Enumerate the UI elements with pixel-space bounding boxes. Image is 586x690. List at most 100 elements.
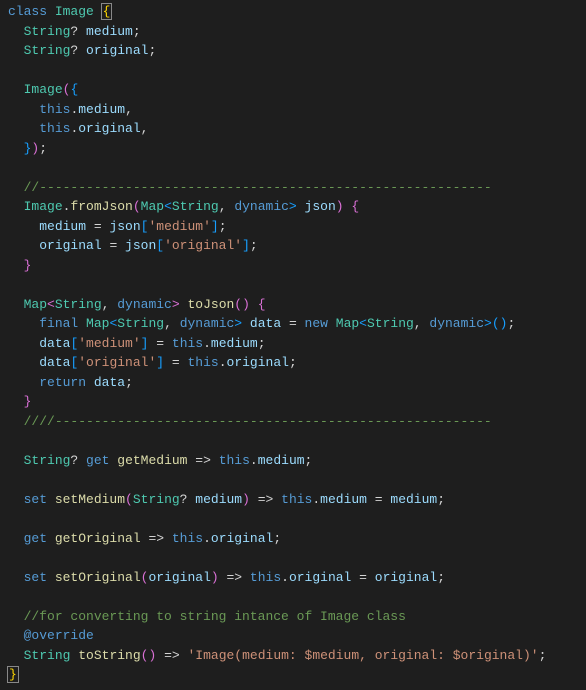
brace: } bbox=[24, 394, 32, 409]
blank-line bbox=[8, 472, 16, 487]
var: medium bbox=[39, 219, 86, 234]
punc: = bbox=[164, 355, 187, 370]
var: data bbox=[94, 375, 125, 390]
var: json bbox=[109, 219, 140, 234]
punc: = bbox=[367, 492, 390, 507]
var: original bbox=[227, 355, 289, 370]
blank-line bbox=[8, 160, 16, 175]
paren: ) bbox=[211, 570, 219, 585]
var: original bbox=[78, 121, 140, 136]
line: class Image { bbox=[8, 4, 111, 19]
var: data bbox=[39, 336, 70, 351]
line: medium = json['medium']; bbox=[8, 219, 227, 234]
string: 'original' bbox=[164, 238, 242, 253]
punc: ; bbox=[539, 648, 547, 663]
punc: < bbox=[47, 297, 55, 312]
type: Image bbox=[24, 199, 63, 214]
line: data['medium'] = this.medium; bbox=[8, 336, 266, 351]
line: return data; bbox=[8, 375, 133, 390]
punc: ; bbox=[133, 24, 141, 39]
keyword: this bbox=[250, 570, 281, 585]
blank-line bbox=[8, 277, 16, 292]
string: 'medium' bbox=[148, 219, 210, 234]
punc: > bbox=[484, 316, 492, 331]
punc: < bbox=[359, 316, 367, 331]
punc: , bbox=[125, 102, 133, 117]
punc: = bbox=[281, 316, 304, 331]
keyword: this bbox=[187, 355, 218, 370]
var: medium bbox=[78, 102, 125, 117]
punc: ; bbox=[258, 336, 266, 351]
line: } bbox=[8, 667, 18, 682]
paren: ( bbox=[234, 297, 242, 312]
var: medium bbox=[390, 492, 437, 507]
var: medium bbox=[258, 453, 305, 468]
punc: > bbox=[234, 316, 242, 331]
var: data bbox=[250, 316, 281, 331]
var: original bbox=[375, 570, 437, 585]
type: String bbox=[117, 316, 164, 331]
line: this.original, bbox=[8, 121, 148, 136]
string: 'original' bbox=[78, 355, 156, 370]
line: //--------------------------------------… bbox=[8, 180, 492, 195]
punc: ; bbox=[507, 316, 515, 331]
line: } bbox=[8, 258, 31, 273]
line: Image.fromJson(Map<String, dynamic> json… bbox=[8, 199, 359, 214]
comment: //for converting to string intance of Im… bbox=[24, 609, 406, 624]
punc: , bbox=[141, 121, 149, 136]
var: medium bbox=[195, 492, 242, 507]
punc: = bbox=[351, 570, 374, 585]
line: String toString() => 'Image(medium: $med… bbox=[8, 648, 546, 663]
punc: => bbox=[219, 570, 250, 585]
blank-line bbox=[8, 589, 16, 604]
line: } bbox=[8, 394, 31, 409]
punc: ; bbox=[250, 238, 258, 253]
brace: { bbox=[101, 3, 113, 20]
punc: ? bbox=[70, 453, 78, 468]
type: Map bbox=[24, 297, 47, 312]
class-name: Image bbox=[55, 4, 94, 19]
punc: ; bbox=[437, 492, 445, 507]
punc: = bbox=[86, 219, 109, 234]
var: medium bbox=[86, 24, 133, 39]
fn: toJson bbox=[187, 297, 234, 312]
paren: ( bbox=[133, 199, 141, 214]
type: Map bbox=[86, 316, 109, 331]
type: String bbox=[133, 492, 180, 507]
bracket: ] bbox=[211, 219, 219, 234]
line: this.medium, bbox=[8, 102, 133, 117]
punc: = bbox=[102, 238, 125, 253]
line: set setOriginal(original) => this.origin… bbox=[8, 570, 445, 585]
punc: . bbox=[219, 355, 227, 370]
fn: toString bbox=[78, 648, 140, 663]
brace: { bbox=[351, 199, 359, 214]
punc: ? bbox=[70, 24, 78, 39]
punc: => bbox=[187, 453, 218, 468]
punc: ; bbox=[437, 570, 445, 585]
code-editor[interactable]: class Image { String? medium; String? or… bbox=[8, 2, 586, 685]
punc: ; bbox=[219, 219, 227, 234]
type: Map bbox=[141, 199, 164, 214]
var: original bbox=[211, 531, 273, 546]
punc: , bbox=[414, 316, 430, 331]
comment: ////------------------------------------… bbox=[24, 414, 492, 429]
punc: . bbox=[203, 531, 211, 546]
type: String bbox=[24, 43, 71, 58]
keyword: set bbox=[24, 492, 47, 507]
brace: } bbox=[24, 258, 32, 273]
var: json bbox=[125, 238, 156, 253]
keyword: class bbox=[8, 4, 47, 19]
line: set setMedium(String? medium) => this.me… bbox=[8, 492, 445, 507]
annotation: @override bbox=[24, 628, 94, 643]
fn: getMedium bbox=[117, 453, 187, 468]
keyword: set bbox=[24, 570, 47, 585]
punc: ; bbox=[39, 141, 47, 156]
blank-line bbox=[8, 433, 16, 448]
keyword: new bbox=[305, 316, 328, 331]
brace: { bbox=[258, 297, 266, 312]
keyword: this bbox=[39, 102, 70, 117]
line: }); bbox=[8, 141, 47, 156]
brace: } bbox=[7, 666, 19, 683]
fn: setMedium bbox=[55, 492, 125, 507]
punc: , bbox=[219, 199, 235, 214]
